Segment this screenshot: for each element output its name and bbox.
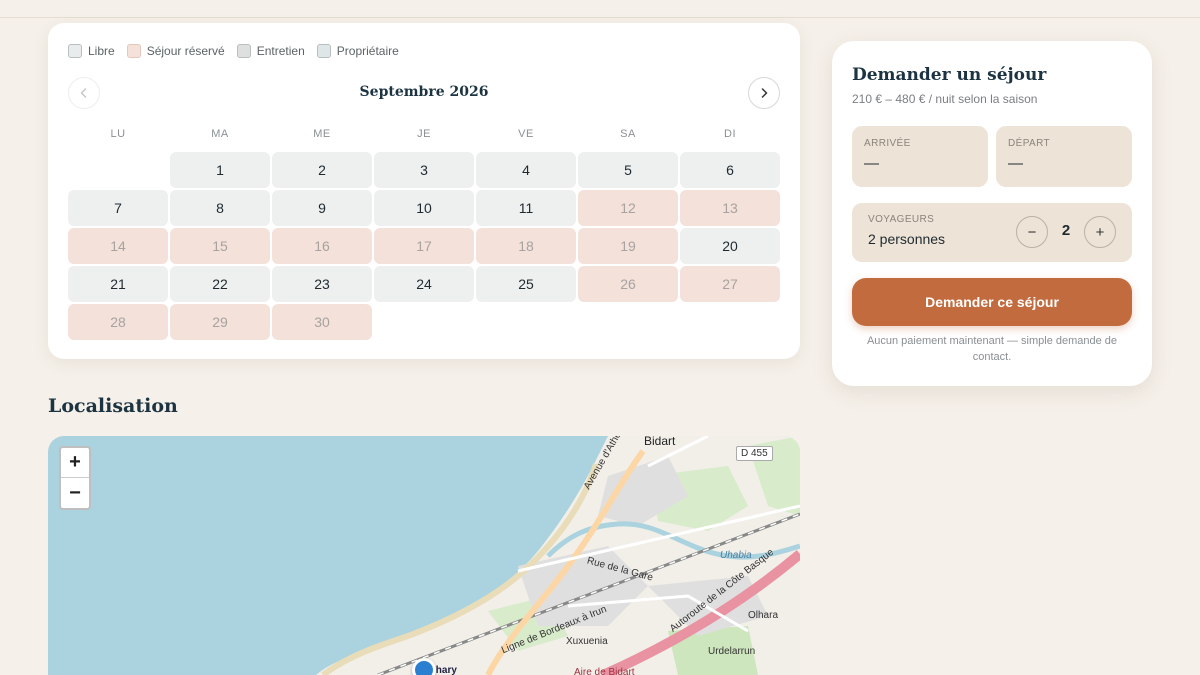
legend-swatch-entretien (236, 44, 251, 58)
weekday-label: SA (620, 128, 636, 140)
calendar-day-libre[interactable]: 5 (578, 152, 678, 188)
legend-swatch-libre (68, 44, 82, 58)
calendar-day-libre[interactable]: 21 (68, 266, 168, 302)
top-bar (0, 0, 1200, 18)
calendar-day-libre[interactable]: 9 (272, 190, 372, 226)
departure-date-field[interactable]: DÉPART — (996, 126, 1132, 187)
map-label-place: Urdelarrun (708, 646, 756, 657)
legend-label: Séjour réservé (146, 44, 225, 58)
zoom-out-button[interactable]: − (61, 478, 89, 508)
map-road-shield: D 455 (736, 446, 773, 461)
calendar-day-libre[interactable]: 1 (170, 152, 270, 188)
legend-item-entretien: Entretien (236, 44, 305, 58)
map-location-marker-icon[interactable] (412, 658, 436, 675)
arrival-date-field[interactable]: ARRIVÉE — (852, 126, 988, 187)
calendar-day-booked: 14 (68, 228, 168, 264)
booking-note: Aucun paiement maintenant — simple deman… (866, 335, 1118, 363)
calendar-empty-cell (68, 152, 168, 188)
legend-swatch-reserve (126, 44, 141, 58)
legend-item-reserve: Séjour réservé (126, 44, 225, 58)
arrival-value: — (864, 155, 879, 172)
calendar-day-booked: 16 (272, 228, 372, 264)
calendar-day-libre[interactable]: 10 (374, 190, 474, 226)
map-label-place: Ihary (433, 665, 457, 675)
legend-label: Libre (88, 44, 115, 58)
calendar-day-libre[interactable]: 20 (680, 228, 780, 264)
calendar-day-booked: 26 (578, 266, 678, 302)
departure-label: DÉPART (1008, 138, 1051, 149)
location-heading: Localisation (48, 395, 178, 417)
next-month-button[interactable] (748, 77, 780, 109)
legend-swatch-proprietaire (316, 44, 331, 58)
departure-value: — (1008, 155, 1023, 172)
calendar-day-libre[interactable]: 6 (680, 152, 780, 188)
map-tiles (316, 436, 800, 675)
arrival-label: ARRIVÉE (864, 138, 911, 149)
calendar-day-booked: 15 (170, 228, 270, 264)
guests-value: 2 personnes (868, 231, 946, 247)
calendar-day-booked: 18 (476, 228, 576, 264)
map-label-place: Aire de Bidart (574, 667, 635, 675)
calendar-day-libre[interactable]: 7 (68, 190, 168, 226)
weekday-label: VE (518, 128, 534, 140)
booking-price: 210 € – 480 € / nuit selon la saison (852, 92, 1038, 106)
calendar-day-grid: 1 2 3 4 5 6 7 8 9 10 11 12 13 14 15 16 17 18 19 20 21 22 23 24 2… (68, 152, 780, 340)
legend-item-libre: Libre (68, 44, 115, 58)
calendar-day-libre[interactable]: 24 (374, 266, 474, 302)
map-zoom-control: + − (59, 446, 91, 510)
map-label-river: Uhabia (720, 550, 752, 561)
weekday-label: ME (313, 128, 331, 140)
calendar-day-booked: 27 (680, 266, 780, 302)
calendar-day-libre[interactable]: 25 (476, 266, 576, 302)
map-label-place: Xuxuenia (566, 636, 608, 647)
zoom-in-button[interactable]: + (61, 448, 89, 478)
calendar-day-booked: 19 (578, 228, 678, 264)
increase-guests-button[interactable]: + (1084, 216, 1116, 248)
calendar-day-booked: 30 (272, 304, 372, 340)
calendar-day-booked: 17 (374, 228, 474, 264)
calendar-month-title: Septembre 2026 (359, 84, 489, 100)
chevron-right-icon (761, 88, 768, 98)
legend-label: Entretien (256, 44, 305, 58)
weekday-label: JE (417, 128, 431, 140)
calendar-day-booked: 28 (68, 304, 168, 340)
calendar-day-booked: 29 (170, 304, 270, 340)
request-stay-button[interactable]: Demander ce séjour (852, 278, 1132, 326)
calendar-legend: Libre Séjour réservé Entretien Propriéta… (68, 44, 399, 58)
calendar-day-libre[interactable]: 3 (374, 152, 474, 188)
legend-label: Propriétaire (336, 44, 399, 58)
calendar-day-libre[interactable]: 22 (170, 266, 270, 302)
weekday-label: DI (724, 128, 736, 140)
calendar-day-booked: 13 (680, 190, 780, 226)
map-label-town: Bidart (644, 436, 676, 448)
guests-count: 2 (1061, 222, 1071, 239)
guests-field: VOYAGEURS 2 personnes − 2 + (852, 203, 1132, 262)
calendar-day-libre[interactable]: 23 (272, 266, 372, 302)
location-map[interactable]: + − Bidart D 455 Avenue d'Atherbea Uhabi… (48, 436, 800, 675)
calendar-day-libre[interactable]: 11 (476, 190, 576, 226)
decrease-guests-button[interactable]: − (1016, 216, 1048, 248)
weekday-header: LU MA ME JE VE SA DI (68, 128, 780, 140)
calendar-day-booked: 12 (578, 190, 678, 226)
weekday-label: LU (110, 128, 126, 140)
calendar-day-libre[interactable]: 8 (170, 190, 270, 226)
booking-request-card: Demander un séjour 210 € – 480 € / nuit … (832, 41, 1152, 386)
booking-title: Demander un séjour (852, 65, 1047, 85)
calendar-day-libre[interactable]: 4 (476, 152, 576, 188)
guests-label: VOYAGEURS (868, 214, 935, 225)
legend-item-proprietaire: Propriétaire (316, 44, 399, 58)
calendar-day-libre[interactable]: 2 (272, 152, 372, 188)
map-label-place: Olhara (748, 610, 779, 621)
weekday-label: MA (211, 128, 229, 140)
availability-calendar: Libre Séjour réservé Entretien Propriéta… (48, 23, 800, 359)
